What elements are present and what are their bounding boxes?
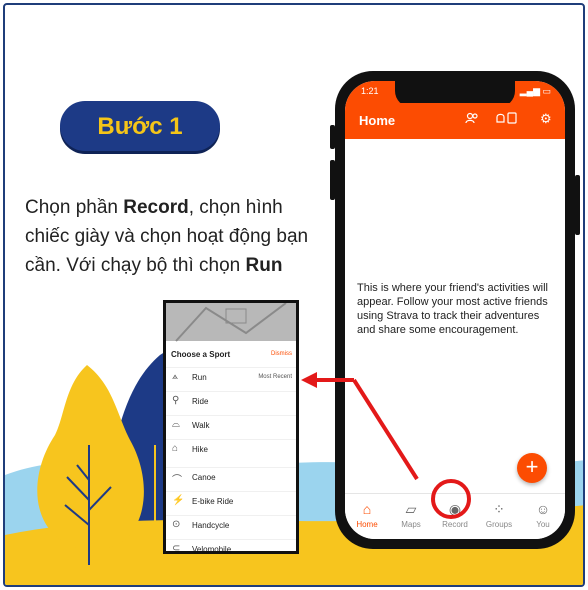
map-preview bbox=[166, 303, 296, 342]
dismiss-link[interactable]: Dismiss bbox=[271, 351, 292, 357]
sport-label: Hike bbox=[192, 445, 209, 454]
sport-item-hike[interactable]: ⌂ Hike bbox=[166, 439, 296, 459]
sport-item-velomobile[interactable]: ⊂ Velomobile bbox=[166, 539, 296, 554]
sport-item-handcycle[interactable]: ⊙ Handcycle bbox=[166, 515, 296, 535]
most-recent-badge: Most Recent bbox=[258, 374, 292, 380]
sport-item-ride[interactable]: ⚲ Ride bbox=[166, 391, 296, 411]
canoe-icon: ⌒ bbox=[172, 475, 182, 486]
sport-label: Velomobile bbox=[192, 545, 232, 554]
sport-item-canoe[interactable]: ⌒ Canoe bbox=[166, 467, 296, 487]
sport-item-ebike-ride[interactable]: ⚡ E-bike Ride bbox=[166, 491, 296, 511]
sport-label: E-bike Ride bbox=[192, 497, 234, 506]
sport-label: Handcycle bbox=[192, 521, 230, 530]
handcycle-icon: ⊙ bbox=[172, 519, 181, 530]
velomobile-icon: ⊂ bbox=[172, 543, 181, 554]
slide-frame: Bước 1 Chọn phần Record, chọn hình chiếc… bbox=[3, 3, 585, 587]
walk-icon: ⌓ bbox=[172, 419, 180, 430]
sport-chooser-header: Choose a Sport Dismiss bbox=[166, 347, 296, 365]
sport-label: Walk bbox=[192, 421, 210, 430]
sport-chooser-card: Choose a Sport Dismiss ⟑ Run Most Recent… bbox=[163, 300, 299, 554]
shoe-icon: ⟑ bbox=[172, 371, 179, 382]
sport-item-run[interactable]: ⟑ Run Most Recent bbox=[166, 367, 296, 387]
sport-label: Canoe bbox=[192, 473, 216, 482]
sport-item-walk[interactable]: ⌓ Walk bbox=[166, 415, 296, 435]
hike-icon: ⌂ bbox=[172, 443, 179, 454]
map-roads bbox=[175, 303, 287, 342]
sport-chooser-title: Choose a Sport bbox=[171, 350, 231, 359]
bike-icon: ⚲ bbox=[172, 395, 180, 406]
sport-label: Run bbox=[192, 373, 207, 382]
ebike-icon: ⚡ bbox=[172, 495, 185, 506]
sport-label: Ride bbox=[192, 397, 209, 406]
